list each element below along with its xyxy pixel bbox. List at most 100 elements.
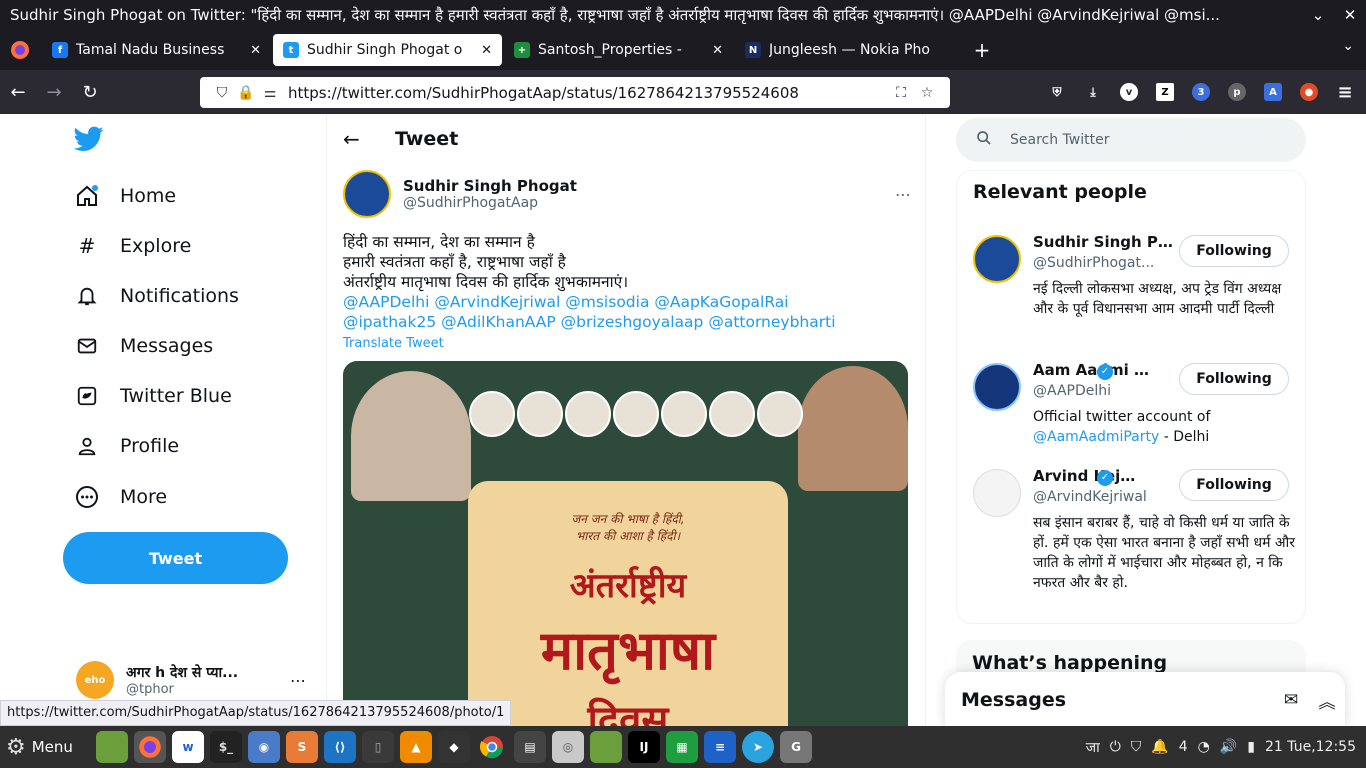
wifi-icon[interactable]: ◔	[1198, 739, 1210, 755]
notifications-icon[interactable]: 🔔	[1151, 739, 1168, 755]
close-window-button[interactable]: ✕	[1334, 6, 1366, 24]
avatar[interactable]	[973, 235, 1021, 283]
close-tab-icon[interactable]: ✕	[481, 43, 492, 58]
extension-v-icon[interactable]: v	[1116, 80, 1142, 104]
tweet-author-name[interactable]: Sudhir Singh Phogat	[403, 177, 895, 195]
nav-home[interactable]: Home	[74, 176, 176, 216]
permissions-icon[interactable]: ⚌	[258, 85, 282, 101]
extension-pinterest-icon[interactable]: p	[1224, 80, 1250, 104]
poster-heading: अंतर्राष्ट्रीय	[569, 566, 687, 606]
extension-shield-icon[interactable]: 3	[1188, 80, 1214, 104]
bio-mention[interactable]: @AamAadmiParty	[1033, 429, 1159, 445]
telegram-icon[interactable]: ➤	[742, 731, 774, 763]
swirl-icon[interactable]: S	[286, 731, 318, 763]
messages-title: Messages	[961, 689, 1067, 711]
search-input[interactable]: Search Twitter	[956, 118, 1306, 162]
avatar[interactable]	[973, 363, 1021, 411]
firefox-icon[interactable]	[134, 731, 166, 763]
new-tab-button[interactable]: +	[964, 38, 1000, 62]
person-name[interactable]: Arvind Kejri...	[1033, 467, 1137, 485]
extension-red-icon[interactable]: ●	[1296, 80, 1322, 104]
minimize-button[interactable]: ⌄	[1302, 6, 1334, 24]
tab-jungleesh-nokia[interactable]: N Jungleesh — Nokia Pho	[735, 34, 964, 66]
gimp-icon[interactable]: G	[780, 731, 812, 763]
tweet-line: हमारी स्वतंत्रता कहाँ है, राष्ट्रभाषा जह…	[343, 253, 566, 271]
tweet-author-handle[interactable]: @SudhirPhogatAap	[403, 195, 895, 211]
avatar[interactable]	[973, 469, 1021, 517]
volume-icon[interactable]: 🔊	[1220, 739, 1237, 755]
tab-santosh-properties[interactable]: + Santosh_Properties - ✕	[504, 34, 733, 66]
following-button[interactable]: Following	[1179, 469, 1289, 501]
translate-tweet-link[interactable]: Translate Tweet	[343, 336, 911, 351]
nav-twitter-blue[interactable]: Twitter Blue	[74, 376, 232, 416]
browser-icon[interactable]: w	[172, 731, 204, 763]
shield-icon[interactable]: ⛉	[210, 85, 234, 101]
pocket-icon[interactable]: ⛨	[1044, 80, 1070, 104]
bookmark-star-icon[interactable]: ☆	[914, 85, 940, 101]
extension-z-icon[interactable]: Z	[1152, 80, 1178, 104]
lock-icon[interactable]: 🔒	[234, 85, 258, 101]
twitter-bird-icon[interactable]	[73, 126, 104, 156]
following-button[interactable]: Following	[1179, 363, 1289, 395]
url-text[interactable]: https://twitter.com/SudhirPhogatAap/stat…	[282, 84, 888, 102]
chrome-icon[interactable]	[476, 731, 508, 763]
extension-translate-icon[interactable]: A	[1260, 80, 1286, 104]
nav-notifications[interactable]: Notifications	[74, 276, 239, 316]
nav-profile[interactable]: Profile	[74, 426, 179, 466]
nav-label: More	[120, 486, 168, 508]
inkscape-icon[interactable]: ◆	[438, 731, 470, 763]
files-icon[interactable]	[96, 731, 128, 763]
start-menu-button[interactable]: ⚙ Menu	[0, 735, 90, 760]
translate-page-icon[interactable]: ⛶	[888, 85, 914, 101]
person-name[interactable]: Aam Aadmi P...	[1033, 361, 1153, 379]
new-message-icon[interactable]: ✉	[1273, 690, 1309, 710]
screenshot-icon[interactable]: ◎	[552, 731, 584, 763]
vscode-icon[interactable]: ⟨⟩	[324, 731, 356, 763]
battery-icon[interactable]: ▮	[1247, 739, 1255, 755]
close-tab-icon[interactable]: ✕	[712, 43, 723, 58]
navigation-bar: ← → ↻ ⛉ 🔒 ⚌ https://twitter.com/SudhirPh…	[0, 70, 1366, 114]
tab-sudhir-phogat-twitter[interactable]: t Sudhir Singh Phogat o ✕	[273, 34, 502, 66]
back-arrow-icon[interactable]: ←	[343, 127, 383, 151]
firefox-icon[interactable]	[0, 40, 40, 60]
tab-tamil-nadu-business[interactable]: f Tamal Nadu Business ✕	[42, 34, 271, 66]
right-sidebar: Search Twitter Relevant people Sudhir Si…	[956, 114, 1306, 726]
reload-button[interactable]: ↻	[72, 82, 108, 103]
forward-button[interactable]: →	[36, 82, 72, 103]
more-dots-icon[interactable]: ⋯	[290, 671, 306, 690]
url-bar[interactable]: ⛉ 🔒 ⚌ https://twitter.com/SudhirPhogatAa…	[200, 77, 950, 108]
nav-explore[interactable]: # Explore	[74, 226, 192, 266]
intellij-icon[interactable]: IJ	[628, 731, 660, 763]
account-switcher[interactable]: eho अगर h देश से प्या... @tphor ⋯	[76, 660, 306, 700]
downloads-icon[interactable]: ⤓	[1080, 80, 1106, 104]
camera-icon[interactable]: ◉	[248, 731, 280, 763]
terminal-icon[interactable]: $_	[210, 731, 242, 763]
clapperboard-icon[interactable]: ▤	[514, 731, 546, 763]
power-icon[interactable]: ⏻	[1110, 739, 1121, 755]
close-tab-icon[interactable]: ✕	[250, 43, 261, 58]
list-all-tabs-icon[interactable]: ⌄	[1342, 38, 1354, 54]
account-name: अगर h देश से प्या...	[126, 665, 239, 681]
phone-icon[interactable]: ▯	[362, 731, 394, 763]
keyboard-language[interactable]: जा	[1086, 738, 1100, 757]
tweet-image[interactable]: जन जन की भाषा है हिंदी, भारत की आशा है हि…	[343, 361, 908, 726]
nav-more[interactable]: More	[74, 477, 167, 517]
shield-icon[interactable]: ⛉	[1131, 739, 1142, 755]
vlc-icon[interactable]: ▲	[400, 731, 432, 763]
folder-icon[interactable]	[590, 731, 622, 763]
more-dots-icon[interactable]: ⋯	[895, 185, 911, 204]
avatar[interactable]	[343, 170, 391, 218]
document-icon[interactable]: ≡	[704, 731, 736, 763]
tweet-button[interactable]: Tweet	[63, 532, 288, 584]
person-name[interactable]: Sudhir Singh Ph...	[1033, 233, 1173, 251]
nav-messages[interactable]: Messages	[74, 326, 213, 366]
tweet-mentions[interactable]: @AAPDelhi @ArvindKejriwal @msisodia @Aap…	[343, 292, 911, 312]
expand-chevrons-icon[interactable]: ︽	[1309, 688, 1345, 713]
hamburger-menu-icon[interactable]: ≡	[1332, 80, 1358, 104]
spreadsheet-icon[interactable]: ▦	[666, 731, 698, 763]
messages-drawer[interactable]: Messages ✉ ︽	[945, 672, 1345, 726]
back-button[interactable]: ←	[0, 82, 36, 103]
following-button[interactable]: Following	[1179, 235, 1289, 267]
tweet-mentions[interactable]: @ipathak25 @AdilKhanAAP @brizeshgoyalaap…	[343, 312, 911, 332]
clock[interactable]: 21 Tue,12:55	[1265, 739, 1356, 755]
